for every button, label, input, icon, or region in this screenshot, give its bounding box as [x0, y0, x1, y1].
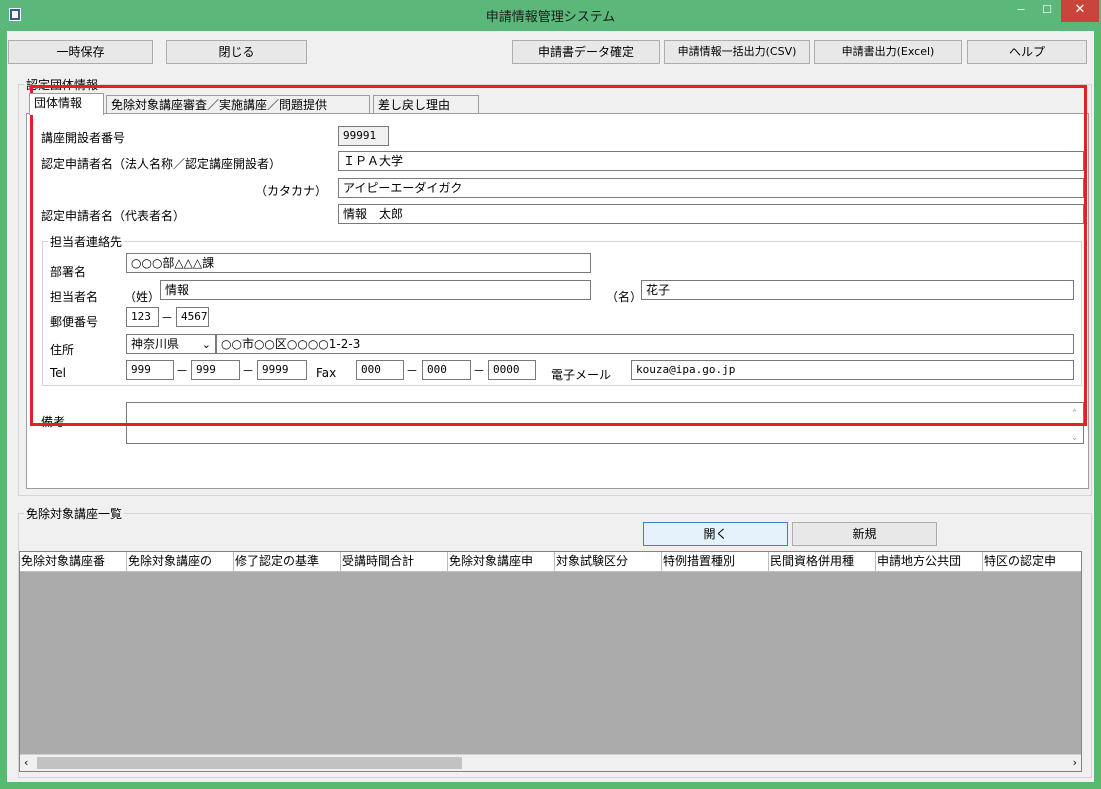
chevron-right-icon[interactable]: ›	[1073, 756, 1077, 769]
grid-header: 免除対象講座番 免除対象講座の 修了認定の基準 受講時間合計 免除対象講座申 対…	[20, 552, 1081, 572]
highlight-frame	[30, 85, 1087, 426]
title-bar: 申請情報管理システム ‒ ☐ ✕	[0, 0, 1101, 31]
chevron-left-icon[interactable]: ‹	[24, 756, 28, 769]
column-header[interactable]: 申請地方公共団	[876, 552, 983, 572]
course-list-label: 免除対象講座一覧	[24, 505, 125, 522]
column-header[interactable]: 特区の認定申	[983, 552, 1081, 572]
column-header[interactable]: 免除対象講座申	[448, 552, 555, 572]
tab-org-info[interactable]: 団体情報	[29, 93, 104, 115]
column-header[interactable]: 免除対象講座番	[20, 552, 127, 572]
column-header[interactable]: 修了認定の基準	[234, 552, 341, 572]
grid-horizontal-scrollbar[interactable]: ‹ ›	[20, 754, 1081, 771]
chevron-down-icon[interactable]: ⌄	[1066, 429, 1083, 443]
temp-save-button[interactable]: 一時保存	[8, 40, 153, 64]
column-header[interactable]: 特例措置種別	[662, 552, 769, 572]
column-header[interactable]: 受講時間合計	[341, 552, 448, 572]
column-header[interactable]: 対象試験区分	[555, 552, 662, 572]
close-window-button[interactable]: ✕	[1061, 0, 1099, 22]
maximize-button[interactable]: ☐	[1034, 0, 1060, 22]
open-button[interactable]: 開く	[643, 522, 788, 546]
bulk-csv-button[interactable]: 申請情報一括出力(CSV)	[664, 40, 810, 64]
confirm-data-button[interactable]: 申請書データ確定	[512, 40, 660, 64]
course-list-grid[interactable]: 免除対象講座番 免除対象講座の 修了認定の基準 受講時間合計 免除対象講座申 対…	[19, 551, 1082, 772]
excel-output-button[interactable]: 申請書出力(Excel)	[814, 40, 962, 64]
scrollbar-thumb[interactable]	[37, 757, 462, 769]
column-header[interactable]: 免除対象講座の	[127, 552, 234, 572]
new-button[interactable]: 新規	[792, 522, 937, 546]
column-header[interactable]: 民間資格併用種	[769, 552, 876, 572]
close-button[interactable]: 閉じる	[166, 40, 307, 64]
window-title: 申請情報管理システム	[485, 10, 616, 25]
help-button[interactable]: ヘルプ	[967, 40, 1087, 64]
app-window: 申請情報管理システム ‒ ☐ ✕ 一時保存 閉じる 申請書データ確定 申請情報一…	[0, 0, 1101, 789]
minimize-button[interactable]: ‒	[1008, 0, 1034, 22]
